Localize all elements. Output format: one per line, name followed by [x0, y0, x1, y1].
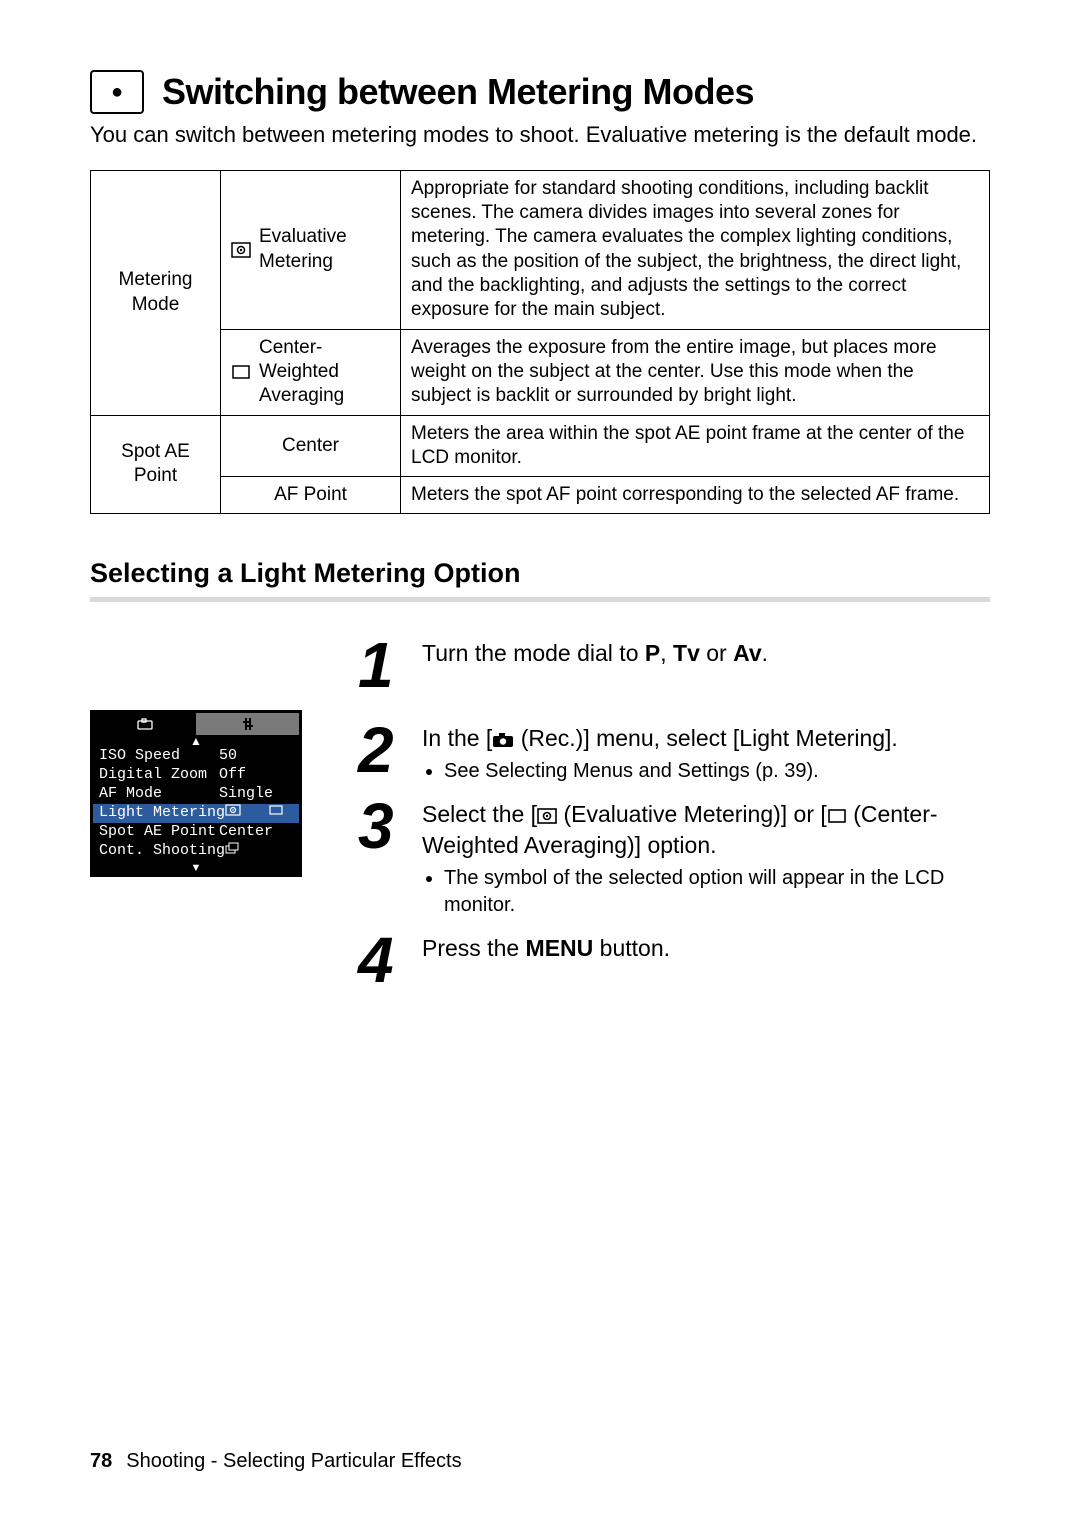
- page-number: 78: [90, 1450, 112, 1472]
- lcd-scroll-up-icon: ▲: [93, 735, 299, 747]
- subheading: Selecting a Light Metering Option: [90, 558, 990, 589]
- section-rule: [90, 597, 990, 602]
- page-footer: 78 Shooting - Selecting Particular Effect…: [90, 1450, 462, 1473]
- continuous-icon: [225, 842, 241, 854]
- center-weighted-icon: [268, 804, 284, 816]
- step-3: 3 Select the [ (Evaluative Metering)] or…: [358, 799, 990, 919]
- steps: 1 Turn the mode dial to P, Tv or Av. 2 I…: [358, 638, 990, 1001]
- evaluative-metering-icon: [537, 808, 557, 824]
- group-metering-mode: Metering Mode: [91, 170, 221, 415]
- group-spot-ae: Spot AE Point: [91, 415, 221, 514]
- evaluative-metering-icon: [231, 241, 251, 259]
- row-desc: Meters the area within the spot AE point…: [401, 415, 990, 477]
- row-desc: Averages the exposure from the entire im…: [401, 329, 990, 415]
- step-number: 3: [358, 799, 408, 919]
- step-2: 2 In the [ (Rec.)] menu, select [Light M…: [358, 723, 990, 785]
- camera-icon: [492, 732, 514, 748]
- lcd-row-selected: Light Metering: [93, 804, 299, 823]
- row-label: Evaluative Metering: [259, 225, 390, 274]
- row-label: AF Point: [221, 477, 401, 514]
- lcd-row: AF ModeSingle: [93, 785, 299, 804]
- step-number: 1: [358, 638, 408, 692]
- center-weighted-icon: [827, 808, 847, 824]
- lcd-list: ISO Speed50 Digital ZoomOff AF ModeSingl…: [93, 747, 299, 863]
- row-label: Center: [221, 415, 401, 477]
- lcd-tab-setup: [196, 713, 299, 735]
- page-title: Switching between Metering Modes: [162, 71, 754, 113]
- step-1: 1 Turn the mode dial to P, Tv or Av.: [358, 638, 990, 692]
- lcd-scroll-down-icon: ▼: [93, 863, 299, 874]
- lcd-menu-screenshot: ▲ ISO Speed50 Digital ZoomOff AF ModeSin…: [90, 710, 302, 877]
- step-number: 4: [358, 933, 408, 987]
- intro-text: You can switch between metering modes to…: [90, 120, 990, 150]
- title-row: ● Switching between Metering Modes: [90, 70, 990, 114]
- row-desc: Appropriate for standard shooting condit…: [401, 170, 990, 329]
- lcd-row: Digital ZoomOff: [93, 766, 299, 785]
- row-label: Center-Weighted Averaging: [259, 336, 390, 409]
- step-bullet: The symbol of the selected option will a…: [444, 865, 990, 919]
- footer-text: Shooting - Selecting Particular Effects: [126, 1450, 461, 1472]
- metering-modes-table: Metering Mode Evaluative Metering Approp…: [90, 170, 990, 515]
- lcd-row: ISO Speed50: [93, 747, 299, 766]
- lcd-row: Spot AE PointCenter: [93, 823, 299, 842]
- step-bullet: See Selecting Menus and Settings (p. 39)…: [444, 758, 990, 785]
- lcd-tab-rec: [93, 713, 196, 735]
- step-4: 4 Press the MENU button.: [358, 933, 990, 987]
- row-desc: Meters the spot AF point corresponding t…: [401, 477, 990, 514]
- lcd-row: Cont. Shooting: [93, 842, 299, 861]
- center-weighted-icon: [231, 363, 251, 381]
- mode-dial-dot-icon: ●: [90, 70, 144, 114]
- step-number: 2: [358, 723, 408, 785]
- evaluative-metering-icon: [225, 804, 241, 816]
